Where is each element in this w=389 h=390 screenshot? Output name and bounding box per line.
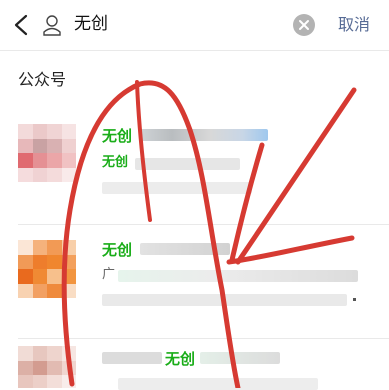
more-indicator: [353, 298, 356, 301]
result-desc: 广: [102, 267, 116, 282]
row-divider: [18, 338, 389, 339]
blurred-text: [200, 352, 280, 364]
result-desc: 无创: [102, 155, 129, 170]
avatar: [18, 124, 76, 182]
avatar: [18, 240, 76, 298]
row-divider: [18, 224, 389, 225]
search-bar: 无创 取消: [0, 0, 389, 50]
header-divider: [0, 50, 389, 51]
search-input[interactable]: 无创: [74, 12, 108, 36]
result-item[interactable]: 无创 广: [0, 226, 389, 336]
blurred-text: [140, 129, 268, 141]
cancel-button[interactable]: 取消: [338, 13, 370, 37]
blurred-text: [118, 378, 318, 390]
clear-search-icon[interactable]: [293, 14, 315, 36]
blurred-text: [102, 182, 252, 194]
blurred-text: [102, 352, 162, 364]
blurred-text: [102, 294, 347, 306]
blurred-text: [118, 270, 358, 282]
blurred-text: [135, 158, 240, 170]
result-name: 无创: [102, 241, 133, 259]
section-title: 公众号: [18, 70, 67, 89]
result-item[interactable]: 无创: [0, 340, 389, 390]
result-item[interactable]: 无创 无创: [0, 112, 389, 222]
back-arrow-icon[interactable]: [12, 13, 30, 37]
result-name: 无创: [165, 350, 196, 368]
account-icon: [43, 15, 61, 36]
result-name: 无创: [102, 127, 133, 145]
avatar: [18, 346, 76, 388]
blurred-text: [140, 243, 230, 255]
